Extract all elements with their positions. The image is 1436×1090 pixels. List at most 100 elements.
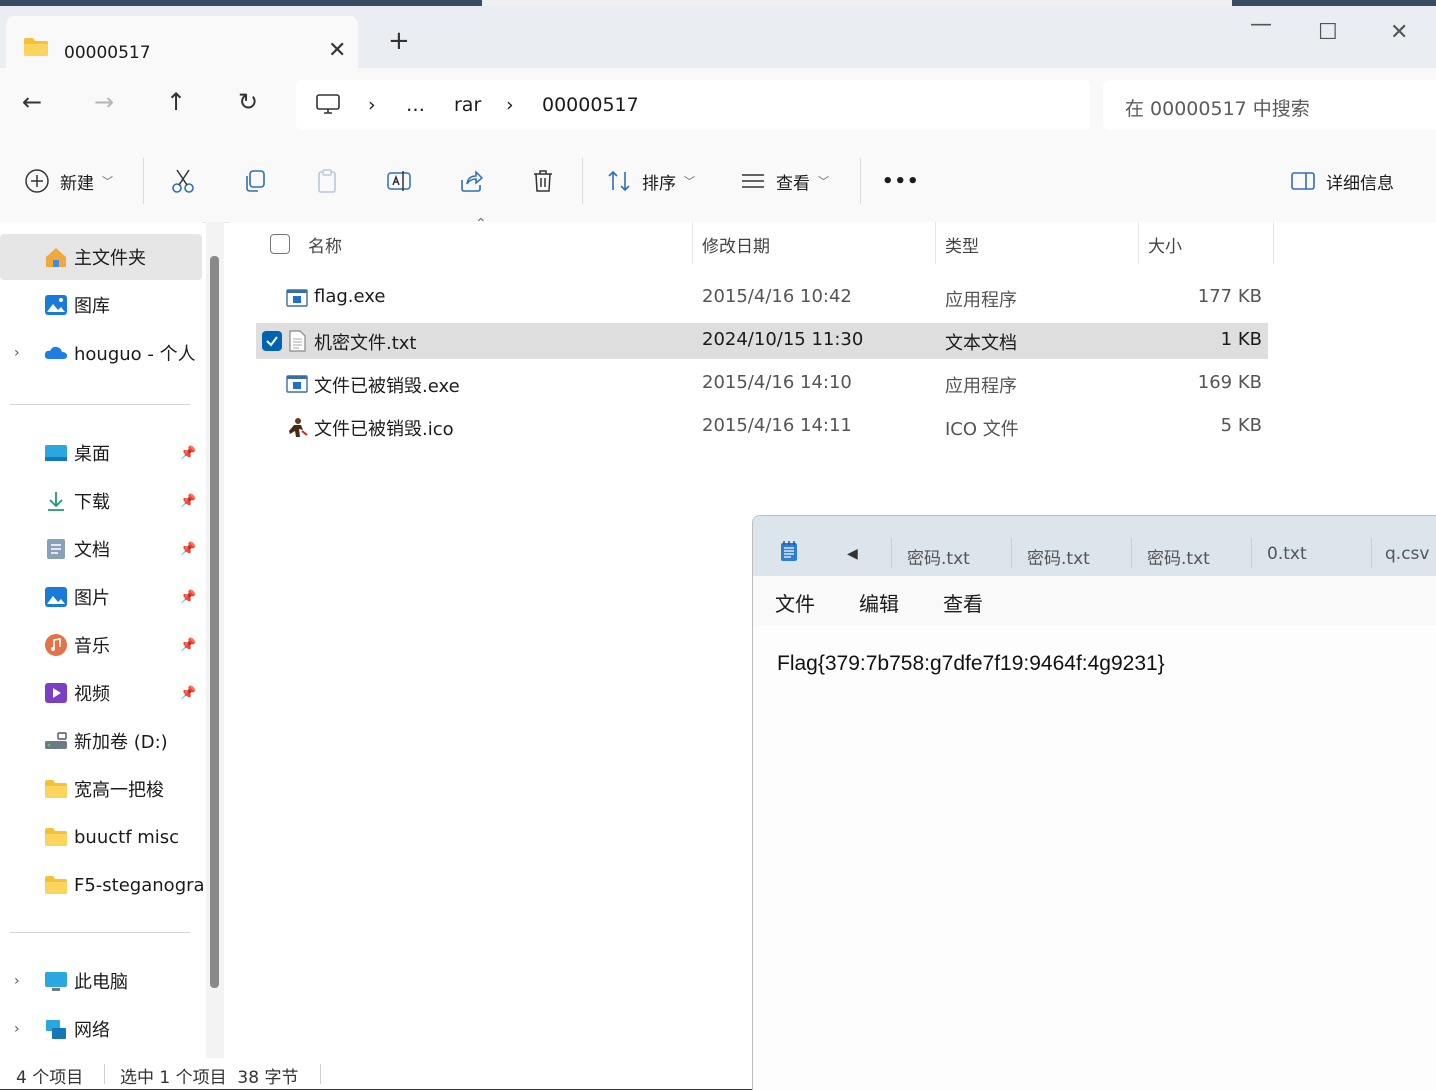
pin-icon[interactable]: 📌: [180, 542, 196, 557]
sidebar-item-label: 图库: [74, 296, 110, 317]
scroll-tabs-left-icon[interactable]: ◀: [847, 546, 858, 562]
monitor-icon: [316, 94, 340, 114]
rename-button[interactable]: [386, 166, 412, 196]
file-row[interactable]: 文件已被销毁.ico 2015/4/16 14:11 ICO 文件 5 KB: [256, 409, 1268, 445]
sidebar-item-folder-3[interactable]: F5-steganogra: [0, 862, 205, 908]
notepad-tab[interactable]: q.csv: [1385, 544, 1429, 564]
breadcrumb-rar[interactable]: rar: [454, 94, 481, 116]
column-divider[interactable]: [935, 222, 936, 264]
sidebar-item-label: 桌面: [74, 444, 110, 465]
column-header-size[interactable]: 大小: [1148, 232, 1182, 257]
menu-edit[interactable]: 编辑: [859, 588, 899, 617]
menu-file[interactable]: 文件: [775, 588, 815, 617]
file-row-selected[interactable]: 机密文件.txt 2024/10/15 11:30 文本文档 1 KB: [256, 323, 1268, 359]
file-name: 文件已被销毁.exe: [314, 376, 460, 397]
up-arrow-icon[interactable]: ↑: [166, 90, 186, 114]
view-button[interactable]: 查看 ﹀: [740, 166, 829, 196]
sidebar-item-videos[interactable]: 视频 📌: [0, 670, 202, 716]
sidebar-item-pictures[interactable]: 图片 📌: [0, 574, 202, 620]
new-tab-icon[interactable]: +: [388, 28, 410, 54]
file-size: 1 KB: [1220, 329, 1262, 350]
minimize-icon[interactable]: —: [1250, 12, 1272, 37]
divider: [10, 404, 190, 405]
txt-icon: [289, 330, 306, 352]
sidebar-item-home[interactable]: 主文件夹: [0, 234, 202, 280]
details-button[interactable]: 详细信息: [1290, 166, 1394, 196]
paste-button[interactable]: [314, 166, 340, 196]
search-input[interactable]: 在 00000517 中搜索: [1125, 94, 1310, 121]
window-close-icon[interactable]: ✕: [1390, 20, 1408, 45]
pin-icon[interactable]: 📌: [180, 686, 196, 701]
navigation-pane: 主文件夹 图库 › houguo - 个人 桌面 📌 下载 📌 文档 📌 图片 …: [0, 222, 205, 1058]
file-row[interactable]: 文件已被销毁.exe 2015/4/16 14:10 应用程序 169 KB: [256, 366, 1268, 402]
cloud-icon: [44, 346, 67, 359]
column-header-date[interactable]: 修改日期: [702, 232, 770, 257]
sidebar-item-documents[interactable]: 文档 📌: [0, 526, 202, 572]
sidebar-item-folder-1[interactable]: 宽高一把梭: [0, 766, 202, 812]
copy-button[interactable]: [242, 166, 268, 196]
address-bar[interactable]: › … rar › 00000517: [296, 80, 1090, 130]
sidebar-item-label: 此电脑: [74, 972, 128, 993]
notepad-tab[interactable]: 密码.txt: [1027, 544, 1090, 569]
sidebar-item-music[interactable]: 音乐 📌: [0, 622, 202, 668]
sidebar-item-network[interactable]: › 网络: [0, 1006, 202, 1052]
sidebar-item-label: 主文件夹: [74, 248, 146, 269]
share-button[interactable]: [458, 166, 484, 196]
videos-icon: [45, 683, 67, 703]
file-date: 2015/4/16 14:11: [702, 415, 852, 436]
chevron-right-icon[interactable]: ›: [14, 1021, 20, 1037]
more-dots-icon: •••: [882, 170, 920, 192]
menu-view[interactable]: 查看: [943, 588, 983, 617]
column-divider[interactable]: [1273, 222, 1274, 264]
notepad-tab[interactable]: 密码.txt: [1147, 544, 1210, 569]
column-header-type[interactable]: 类型: [945, 232, 979, 257]
column-header-name[interactable]: 名称: [308, 232, 342, 257]
chevron-right-icon[interactable]: ›: [14, 973, 20, 989]
maximize-icon[interactable]: ☐: [1318, 20, 1338, 45]
rename-icon: [387, 171, 411, 191]
pin-icon[interactable]: 📌: [180, 446, 196, 461]
pictures-icon: [45, 587, 67, 607]
sort-label: 排序: [642, 173, 676, 194]
sidebar-item-this-pc[interactable]: › 此电脑: [0, 958, 202, 1004]
chevron-right-icon[interactable]: ›: [14, 345, 20, 361]
breadcrumb-overflow[interactable]: …: [406, 94, 425, 116]
select-all-checkbox[interactable]: [270, 234, 290, 254]
divider: [10, 932, 190, 933]
search-box[interactable]: 在 00000517 中搜索: [1103, 80, 1436, 130]
breadcrumb-00000517[interactable]: 00000517: [542, 94, 639, 116]
notepad-text-area[interactable]: Flag{379:7b758:g7dfe7f19:9464f:4g9231}: [753, 626, 1436, 1090]
notepad-tab[interactable]: 密码.txt: [907, 544, 970, 569]
column-divider[interactable]: [1138, 222, 1139, 264]
folder-icon: [45, 828, 67, 846]
check-icon: [266, 336, 278, 347]
refresh-icon[interactable]: ↻: [238, 90, 258, 114]
sidebar-item-desktop[interactable]: 桌面 📌: [0, 430, 202, 476]
forward-arrow-icon[interactable]: →: [94, 90, 114, 114]
tab-00000517[interactable]: 00000517 ✕: [6, 16, 358, 72]
new-button[interactable]: 新建 ﹀: [24, 166, 113, 196]
cut-button[interactable]: [170, 166, 196, 196]
pin-icon[interactable]: 📌: [180, 638, 196, 653]
file-date: 2015/4/16 10:42: [702, 286, 852, 307]
sidebar-scrollbar-thumb[interactable]: [210, 256, 219, 988]
pin-icon[interactable]: 📌: [180, 590, 196, 605]
sidebar-item-label: 音乐: [74, 636, 110, 657]
sidebar-item-downloads[interactable]: 下载 📌: [0, 478, 202, 524]
file-row[interactable]: flag.exe 2015/4/16 10:42 应用程序 177 KB: [256, 280, 1268, 316]
sidebar-item-label: houguo - 个人: [74, 344, 196, 365]
close-tab-icon[interactable]: ✕: [328, 38, 346, 63]
delete-button[interactable]: [530, 166, 556, 196]
sidebar-item-gallery[interactable]: 图库: [0, 282, 202, 328]
pin-icon[interactable]: 📌: [180, 494, 196, 509]
sidebar-item-label: buuctf misc: [74, 826, 180, 848]
sidebar-item-folder-2[interactable]: buuctf misc: [0, 814, 202, 860]
notepad-tab[interactable]: 0.txt: [1267, 544, 1307, 564]
row-checkbox-checked[interactable]: [262, 331, 282, 351]
column-divider[interactable]: [692, 222, 693, 264]
sidebar-item-onedrive[interactable]: › houguo - 个人: [0, 330, 202, 376]
sort-button[interactable]: 排序 ﹀: [606, 166, 695, 196]
sidebar-item-drive-d[interactable]: 新加卷 (D:): [0, 718, 202, 764]
more-options-button[interactable]: •••: [882, 166, 920, 196]
back-arrow-icon[interactable]: ←: [22, 90, 42, 114]
